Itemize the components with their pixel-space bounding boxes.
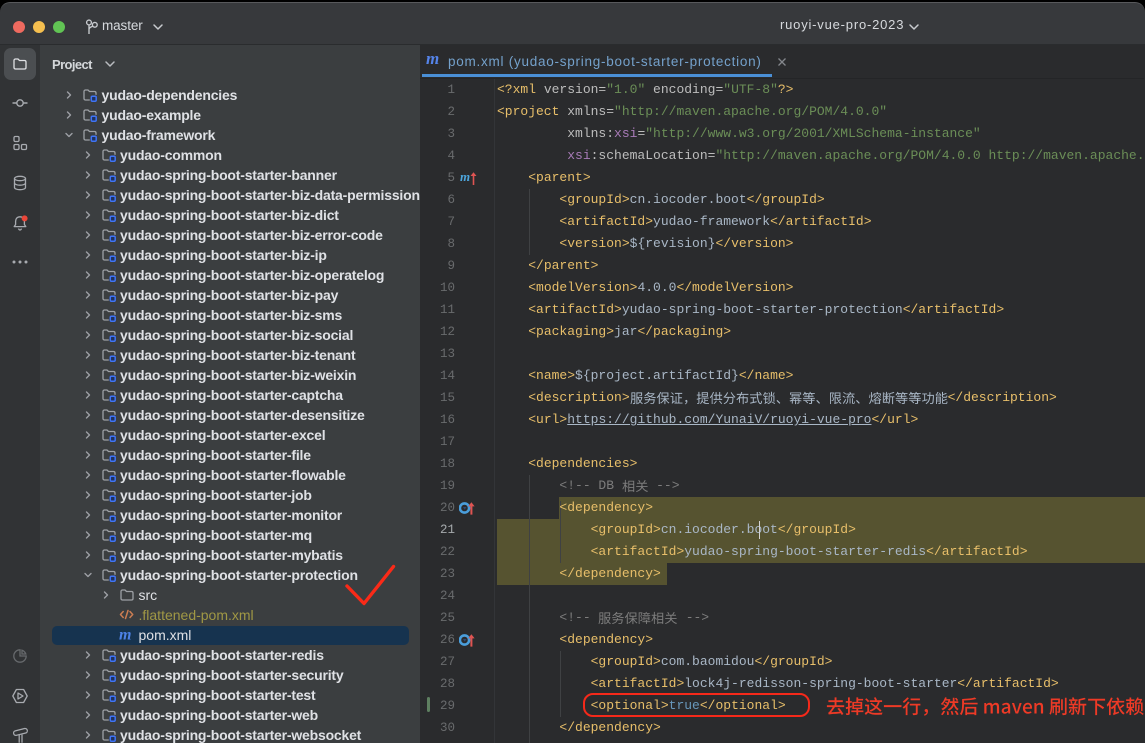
svg-text:m: m [426,49,439,68]
svg-text:m: m [460,169,470,184]
svg-text:m: m [119,627,131,644]
